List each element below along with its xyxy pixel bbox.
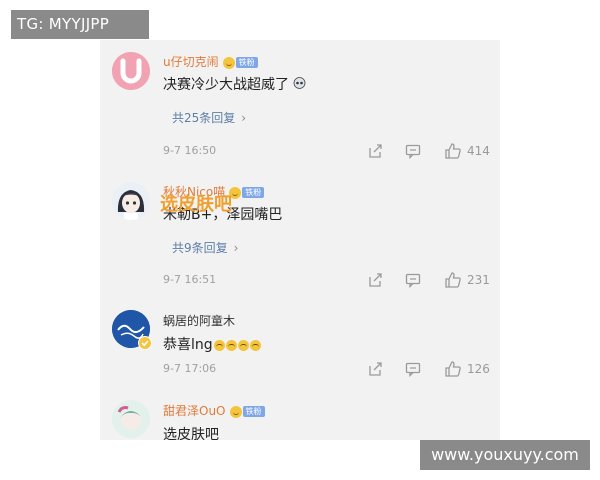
comment-text: 决赛冷少大战超威了 bbox=[163, 74, 306, 94]
like-count: 414 bbox=[467, 144, 490, 158]
fan-badge: 铁粉 bbox=[242, 406, 265, 417]
username[interactable]: 甜君泽OuO 铁粉 bbox=[163, 402, 265, 419]
skull-emoji-icon bbox=[294, 77, 306, 89]
fan-badge: 铁粉 bbox=[242, 187, 265, 198]
like-count: 126 bbox=[467, 362, 490, 376]
comment-text-body: 恭喜lng bbox=[163, 337, 213, 353]
view-replies-link[interactable]: 共9条回复 › bbox=[172, 239, 238, 256]
timestamp: 9-7 16:50 bbox=[163, 144, 217, 157]
fan-badge: 铁粉 bbox=[235, 57, 258, 68]
avatar-u-logo bbox=[112, 52, 150, 90]
username[interactable]: 蜗居的阿童木 bbox=[163, 312, 235, 329]
user-badges: 铁粉 bbox=[229, 186, 265, 199]
chevron-right-icon: › bbox=[233, 241, 239, 255]
username-text[interactable]: 甜君泽OuO bbox=[163, 404, 226, 418]
emoji-badge-icon bbox=[222, 56, 235, 69]
comment-text-body: 决赛冷少大战超威了 bbox=[163, 77, 289, 93]
share-icon[interactable] bbox=[367, 361, 383, 377]
like-count: 231 bbox=[467, 273, 490, 287]
view-replies-label[interactable]: 共25条回复 bbox=[172, 111, 235, 125]
watermark-top-left: TG: MYYJJPP bbox=[11, 10, 149, 39]
user-badges: 铁粉 bbox=[222, 56, 258, 69]
comment-icon[interactable] bbox=[405, 143, 421, 159]
timestamp: 9-7 17:06 bbox=[163, 362, 217, 375]
like-icon[interactable] bbox=[444, 360, 462, 378]
sticker-annotation: 选皮肤吧 bbox=[160, 194, 232, 215]
comment-text: 选皮肤吧 bbox=[163, 427, 219, 440]
avatar[interactable] bbox=[112, 182, 150, 220]
crying-emoji-icon bbox=[249, 339, 261, 351]
emoji-badge-icon bbox=[229, 405, 242, 418]
comment-text: 恭喜lng bbox=[163, 334, 261, 354]
verified-badge-icon bbox=[138, 336, 152, 350]
watermark-bottom-right: www.youxuyy.com bbox=[420, 440, 590, 470]
timestamp: 9-7 16:51 bbox=[163, 273, 217, 286]
username[interactable]: u仔切克闹 铁粉 bbox=[163, 53, 258, 70]
share-icon[interactable] bbox=[367, 272, 383, 288]
view-replies-label[interactable]: 共9条回复 bbox=[172, 241, 228, 255]
crying-emoji-icon bbox=[237, 339, 249, 351]
user-badges: 铁粉 bbox=[229, 405, 265, 418]
crying-emoji-icon bbox=[213, 339, 225, 351]
like-icon[interactable] bbox=[444, 271, 462, 289]
comment-list: u仔切克闹 铁粉 决赛冷少大战超威了 共25条回复 › 9-7 16:50 414 bbox=[100, 40, 500, 440]
avatar-anime-girl bbox=[112, 182, 150, 220]
share-icon[interactable] bbox=[367, 143, 383, 159]
chevron-right-icon: › bbox=[241, 111, 247, 125]
comment-icon[interactable] bbox=[405, 272, 421, 288]
like-icon[interactable] bbox=[444, 142, 462, 160]
comment-icon[interactable] bbox=[405, 361, 421, 377]
crying-emoji-icon bbox=[225, 339, 237, 351]
username-text[interactable]: u仔切克闹 bbox=[163, 55, 219, 69]
avatar[interactable] bbox=[112, 400, 150, 438]
view-replies-link[interactable]: 共25条回复 › bbox=[172, 109, 246, 126]
avatar[interactable] bbox=[112, 52, 150, 90]
avatar-anime-character bbox=[112, 400, 150, 438]
